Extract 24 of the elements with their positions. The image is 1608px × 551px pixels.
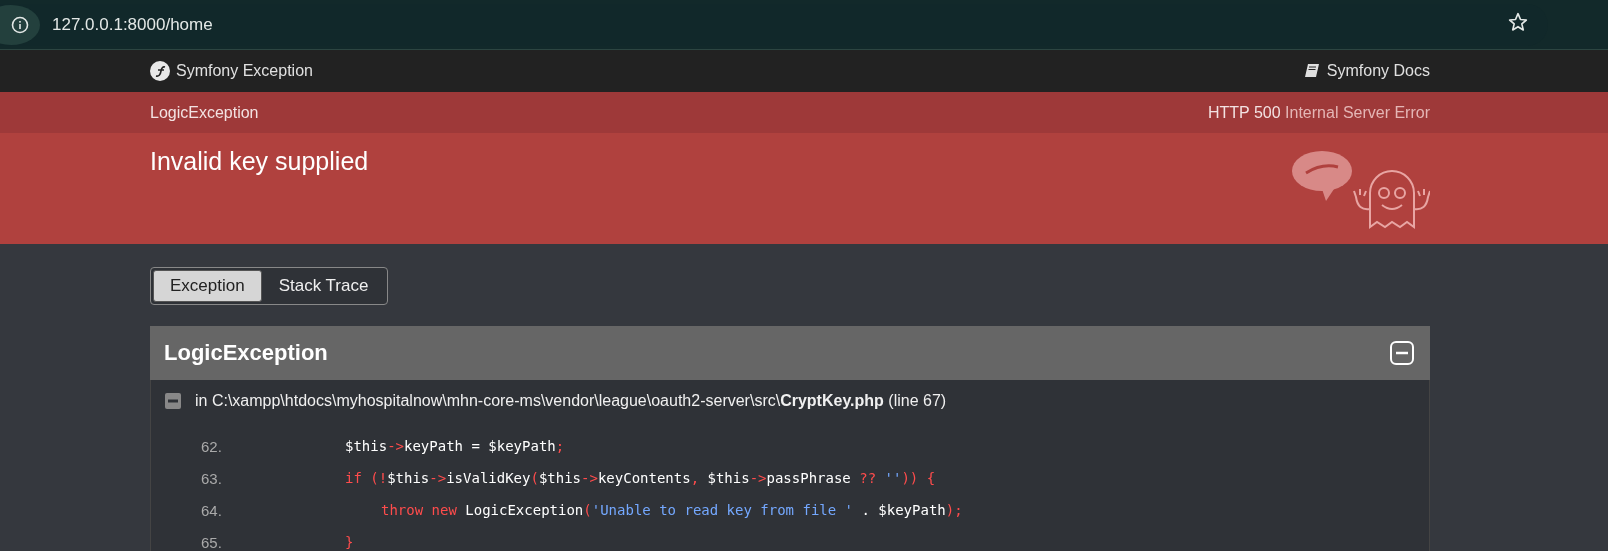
- collapse-icon[interactable]: [165, 393, 181, 409]
- tab[interactable]: Exception: [153, 270, 262, 302]
- line-number: 65.: [200, 533, 223, 551]
- file-path: in C:\xampp\htdocs\myhospitalnow\mhn-core-ms\vendor\league\oauth2-server\src\CryptKey.php (line 67): [195, 392, 947, 410]
- panel-title: LogicException: [164, 340, 328, 366]
- status-text: HTTP 500 Internal Server Error: [1208, 103, 1430, 122]
- code-line: throw new LogicException('Unable to read key from file ' . $keyPath);: [381, 502, 963, 518]
- code-line: }: [345, 534, 354, 550]
- exception-message: Invalid key supplied: [150, 147, 369, 177]
- book-icon[interactable]: [1302, 63, 1321, 79]
- line-number: 63.: [200, 469, 223, 487]
- logo-icon: [150, 61, 170, 81]
- brand-title: Symfony Exception: [176, 62, 313, 80]
- line-number: 62.: [200, 437, 223, 455]
- code-line: $this->keyPath = $keyPath;: [345, 438, 565, 454]
- collapse-icon[interactable]: [1390, 341, 1414, 365]
- star-icon[interactable]: [1508, 12, 1528, 32]
- line-number: 64.: [200, 501, 223, 519]
- code-line: if (!$this->isValidKey($this->keyContents, $this->passPhrase ?? '')) {: [345, 470, 936, 486]
- exception-class: LogicException: [150, 103, 259, 122]
- docs-link[interactable]: Symfony Docs: [1326, 62, 1430, 80]
- url-text[interactable]: 127.0.0.1:8000/home: [52, 14, 213, 35]
- tab[interactable]: Stack Trace: [261, 270, 386, 302]
- info-icon[interactable]: [11, 15, 29, 34]
